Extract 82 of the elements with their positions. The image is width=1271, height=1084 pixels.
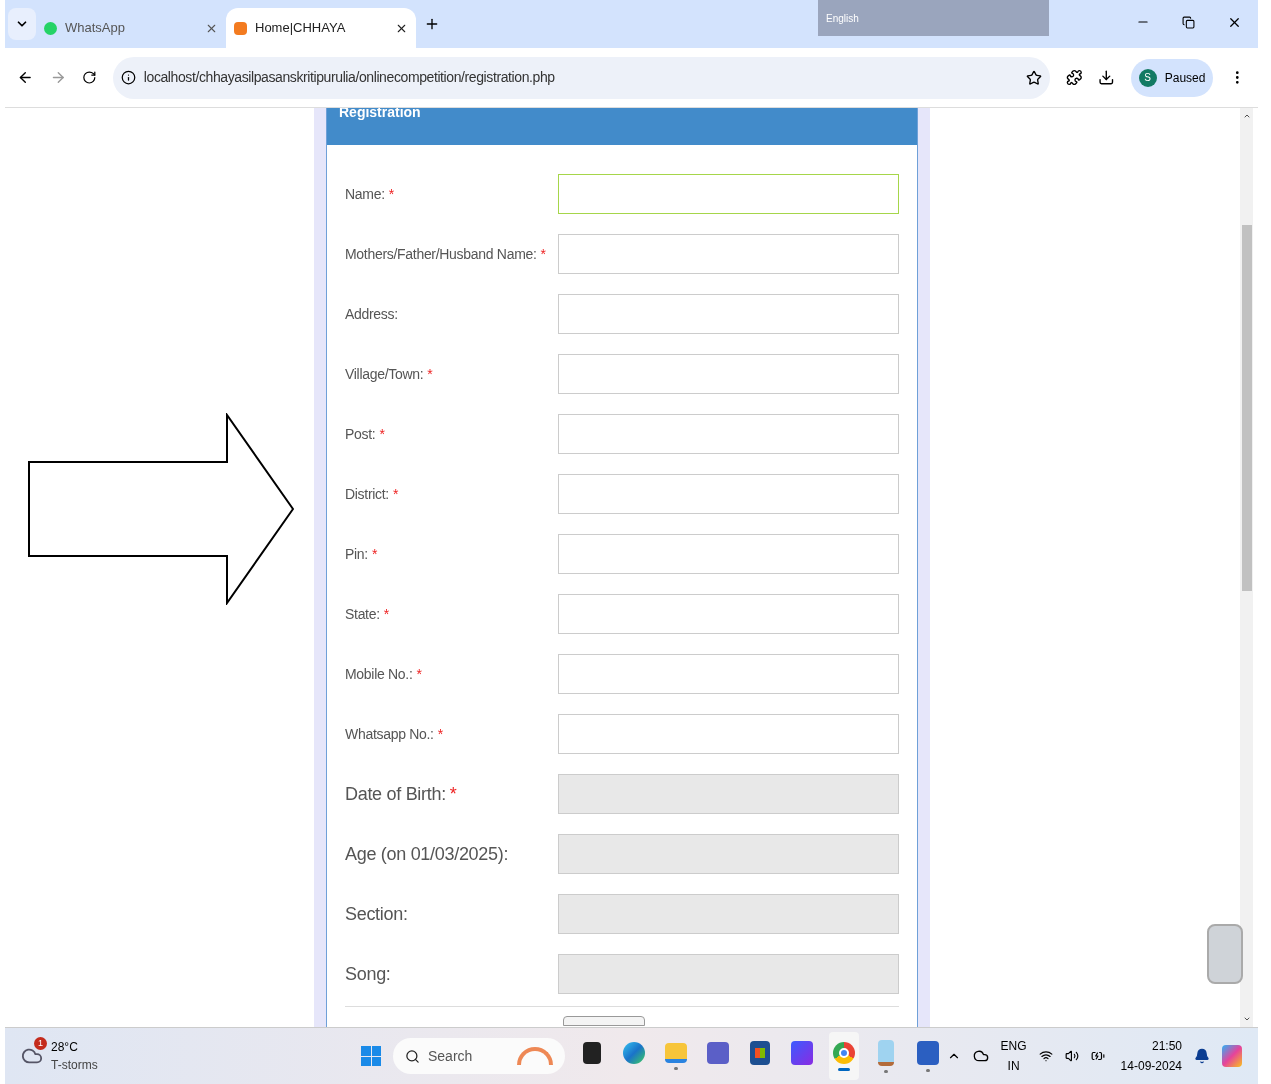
battery-icon[interactable] [1090, 1049, 1105, 1063]
search-field[interactable]: Search [393, 1038, 565, 1074]
input-field[interactable] [557, 534, 899, 574]
required-mark: * [383, 605, 389, 622]
reload-icon[interactable] [82, 70, 97, 85]
required-mark: * [427, 365, 433, 382]
field-label: Date of Birth: * [345, 782, 458, 806]
input-language[interactable]: ENG [1000, 1036, 1027, 1056]
folder-icon[interactable] [665, 1042, 687, 1063]
running-indicator [838, 1067, 850, 1071]
whatsapp-icon [44, 21, 57, 35]
address-bar[interactable]: localhost/chhayasilpasanskritipurulia/onlinecompetition/registration.php [112, 56, 1050, 99]
required-mark: * [379, 425, 385, 442]
field-label: Age (on 01/03/2025): [345, 842, 510, 866]
copilot-icon[interactable] [1222, 1045, 1242, 1067]
cloud-sync-icon[interactable] [972, 1048, 989, 1064]
scrollbar-thumb[interactable] [1241, 225, 1252, 591]
bookmark-star-icon[interactable] [1025, 69, 1042, 86]
scroll-up-icon[interactable] [1242, 112, 1251, 120]
required-mark: * [371, 545, 378, 562]
restore-icon[interactable] [1182, 15, 1195, 29]
running-indicator [884, 1069, 888, 1073]
input-field[interactable] [557, 654, 899, 694]
clock-time[interactable]: 21:50 [1151, 1036, 1182, 1056]
field-label: Address: [345, 304, 399, 324]
tab-search-button[interactable] [8, 8, 36, 40]
input-field[interactable] [557, 714, 899, 754]
tab-title: WhatsApp [65, 19, 126, 38]
required-mark: * [540, 245, 546, 262]
required-mark: * [388, 185, 394, 202]
url-text: localhost/chhayasilpasanskritipurulia/onlinecompetition/registration.php [143, 68, 555, 87]
input-field[interactable] [557, 174, 899, 214]
input-field[interactable] [557, 234, 899, 274]
site-info-icon[interactable] [120, 70, 136, 85]
input-field[interactable] [557, 474, 899, 514]
profile-button[interactable]: S Paused [1130, 58, 1214, 97]
field-label: Song: [345, 962, 392, 986]
required-mark: * [437, 725, 443, 742]
scroll-down-icon[interactable] [1242, 1015, 1251, 1023]
tab-title: Home|CHHAYA [255, 19, 347, 38]
input-field[interactable] [557, 294, 899, 334]
input-field[interactable] [557, 414, 899, 454]
volume-icon[interactable] [1064, 1049, 1079, 1063]
field-label: State: * [345, 604, 390, 624]
browser-tab[interactable]: WhatsApp [36, 8, 226, 48]
input-region[interactable]: IN [1007, 1056, 1020, 1076]
field-label: Post: * [345, 424, 386, 444]
input-field[interactable] [557, 594, 899, 634]
field-label: Section: [345, 902, 409, 926]
download-icon[interactable] [1098, 69, 1115, 86]
start-icon[interactable] [361, 1046, 381, 1066]
xampp-icon [234, 21, 247, 35]
search-icon [405, 1048, 420, 1064]
browser-tab[interactable]: Home|CHHAYA [226, 8, 416, 48]
back-icon[interactable] [17, 69, 34, 86]
field-label: Pin: * [345, 544, 379, 564]
input-field[interactable] [557, 354, 899, 394]
field-label: Mothers/Father/Husband Name: * [345, 244, 547, 264]
weather-widget[interactable]: 1 28°C T-storms [21, 1038, 361, 1074]
required-mark: * [449, 783, 457, 804]
notification-badge: 1 [34, 1037, 47, 1050]
clock-date[interactable]: 14-09-2024 [1120, 1056, 1182, 1076]
weather-condition: T-storms [51, 1057, 98, 1074]
field-label: District: * [345, 484, 400, 504]
required-mark: * [392, 485, 399, 502]
submit-button[interactable] [563, 1016, 645, 1026]
temperature: 28°C [51, 1039, 79, 1056]
new-tab-icon[interactable] [424, 16, 440, 32]
search-placeholder: Search [428, 1046, 473, 1066]
extensions-icon[interactable] [1065, 69, 1083, 86]
field-label: Name: * [345, 184, 395, 204]
field-label: Village/Town: * [345, 364, 434, 384]
field-label: Whatsapp No.: * [345, 724, 444, 744]
running-indicator [674, 1066, 678, 1070]
bell-icon[interactable] [1194, 1048, 1210, 1064]
required-mark: * [416, 665, 422, 682]
running-indicator [926, 1068, 930, 1072]
chrome-icon[interactable] [833, 1041, 855, 1064]
field-label: Mobile No.: * [345, 664, 423, 684]
wifi-icon[interactable] [1038, 1049, 1053, 1063]
avatar: S [1138, 68, 1157, 87]
profile-status: Paused [1164, 69, 1206, 87]
